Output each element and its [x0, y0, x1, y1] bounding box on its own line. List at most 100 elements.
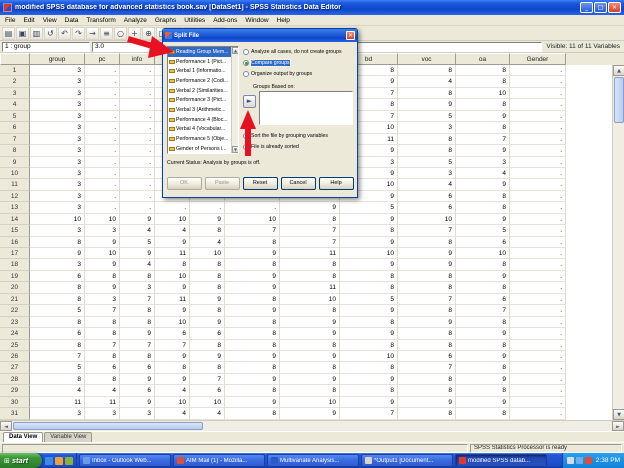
menu-edit[interactable]: Edit — [19, 17, 38, 24]
variables-icon[interactable]: ≡ — [100, 27, 113, 40]
open-file-icon[interactable]: ▤ — [2, 27, 15, 40]
grid-cell[interactable]: 8 — [85, 351, 120, 362]
row-number[interactable]: 22 — [0, 305, 30, 316]
grid-cell[interactable]: 8 — [30, 374, 85, 385]
grid-cell[interactable]: 11 — [280, 282, 340, 293]
grid-cell[interactable]: 9 — [155, 305, 190, 316]
grid-cell[interactable]: 11 — [30, 397, 85, 408]
menu-view[interactable]: View — [39, 17, 61, 24]
grid-cell[interactable]: 8 — [30, 317, 85, 328]
grid-cell[interactable]: 8 — [190, 282, 225, 293]
variable-list-item[interactable]: Performance 3 (Pict... — [168, 95, 238, 105]
grid-cell[interactable]: . — [510, 76, 566, 87]
horizontal-scrollbar[interactable]: ◄ ► — [0, 420, 624, 431]
grid-cell[interactable]: 8 — [398, 305, 456, 316]
grid-cell[interactable]: 9 — [456, 214, 510, 225]
grid-cell[interactable]: 11 — [85, 397, 120, 408]
row-number[interactable]: 9 — [0, 157, 30, 168]
row-number[interactable]: 6 — [0, 122, 30, 133]
taskbar-task[interactable]: Inbox - Outlook Web... — [79, 454, 171, 467]
grid-cell[interactable]: 8 — [398, 65, 456, 76]
grid-cell[interactable]: 4 — [456, 168, 510, 179]
grid-cell[interactable]: 8 — [456, 99, 510, 110]
grid-cell[interactable]: . — [85, 76, 120, 87]
row-number[interactable]: 5 — [0, 111, 30, 122]
vertical-scroll-thumb[interactable] — [614, 77, 624, 123]
grid-cell[interactable]: 9 — [398, 397, 456, 408]
grid-cell[interactable]: 8 — [456, 122, 510, 133]
grid-cell[interactable]: 3 — [30, 145, 85, 156]
grid-cell[interactable]: 9 — [340, 237, 398, 248]
grid-cell[interactable]: 6 — [120, 362, 155, 373]
grid-cell[interactable]: 8 — [190, 259, 225, 270]
grid-cell[interactable]: 9 — [398, 317, 456, 328]
row-number[interactable]: 24 — [0, 328, 30, 339]
grid-cell[interactable]: 8 — [456, 191, 510, 202]
grid-cell[interactable]: 8 — [280, 362, 340, 373]
grid-cell[interactable]: . — [510, 88, 566, 99]
grid-cell[interactable]: 7 — [120, 340, 155, 351]
help-button[interactable]: Help — [319, 177, 354, 190]
grid-cell[interactable]: 8 — [30, 340, 85, 351]
grid-cell[interactable]: 8 — [225, 294, 280, 305]
grid-cell[interactable]: 6 — [85, 362, 120, 373]
grid-cell[interactable]: 8 — [30, 237, 85, 248]
menu-help[interactable]: Help — [273, 17, 294, 24]
row-number[interactable]: 8 — [0, 145, 30, 156]
grid-cell[interactable]: 8 — [225, 408, 280, 419]
grid-cell[interactable]: 9 — [280, 328, 340, 339]
grid-cell[interactable]: 8 — [30, 282, 85, 293]
grid-cell[interactable]: . — [510, 248, 566, 259]
grid-cell[interactable]: 8 — [398, 237, 456, 248]
grid-cell[interactable]: 4 — [190, 408, 225, 419]
tab-data-view[interactable]: Data View — [3, 432, 43, 442]
grid-cell[interactable]: . — [510, 111, 566, 122]
row-number[interactable]: 17 — [0, 248, 30, 259]
grid-cell[interactable]: 11 — [280, 248, 340, 259]
grid-cell[interactable]: 9 — [190, 351, 225, 362]
grid-cell[interactable]: 6 — [456, 237, 510, 248]
grid-cell[interactable]: 8 — [398, 328, 456, 339]
grid-cell[interactable]: 9 — [456, 271, 510, 282]
grid-cell[interactable]: 9 — [225, 397, 280, 408]
find-icon[interactable]: ○ — [114, 27, 127, 40]
network-icon[interactable] — [576, 457, 583, 464]
row-number[interactable]: 3 — [0, 88, 30, 99]
antivirus-icon[interactable] — [585, 457, 592, 464]
grid-cell[interactable]: 8 — [225, 385, 280, 396]
grid-cell[interactable]: 3 — [30, 122, 85, 133]
grid-cell[interactable]: 9 — [340, 397, 398, 408]
grid-cell[interactable]: 9 — [155, 282, 190, 293]
grid-cell[interactable]: 4 — [398, 76, 456, 87]
grid-cell[interactable]: 9 — [280, 317, 340, 328]
grid-cell[interactable]: 8 — [85, 317, 120, 328]
grid-cell[interactable]: . — [120, 202, 155, 213]
grid-cell[interactable]: 9 — [456, 179, 510, 190]
grid-cell[interactable]: 3 — [120, 282, 155, 293]
grid-cell[interactable]: 4 — [155, 408, 190, 419]
grid-cell[interactable]: 9 — [155, 374, 190, 385]
grid-cell[interactable]: 9 — [340, 328, 398, 339]
menu-file[interactable]: File — [1, 17, 19, 24]
grid-cell[interactable]: 7 — [398, 362, 456, 373]
grid-cell[interactable]: 8 — [280, 259, 340, 270]
grid-cell[interactable]: 8 — [398, 271, 456, 282]
grid-cell[interactable]: 9 — [120, 397, 155, 408]
row-number[interactable]: 28 — [0, 374, 30, 385]
grid-cell[interactable]: . — [85, 168, 120, 179]
variable-list-scrollbar[interactable]: ▲ ▼ — [231, 47, 238, 153]
row-number[interactable]: 11 — [0, 179, 30, 190]
close-button[interactable]: × — [608, 2, 621, 13]
grid-cell[interactable]: 3 — [398, 168, 456, 179]
grid-cell[interactable]: 8 — [340, 362, 398, 373]
grid-cell[interactable]: . — [120, 191, 155, 202]
grid-cell[interactable]: 7 — [456, 134, 510, 145]
row-number[interactable]: 18 — [0, 259, 30, 270]
grid-cell[interactable]: 10 — [155, 214, 190, 225]
move-variable-arrow-button[interactable]: ► — [243, 95, 256, 108]
grid-cell[interactable]: 9 — [456, 374, 510, 385]
row-number[interactable]: 7 — [0, 134, 30, 145]
grid-cell[interactable]: . — [510, 317, 566, 328]
grid-cell[interactable]: 3 — [30, 225, 85, 236]
grid-cell[interactable]: . — [120, 179, 155, 190]
